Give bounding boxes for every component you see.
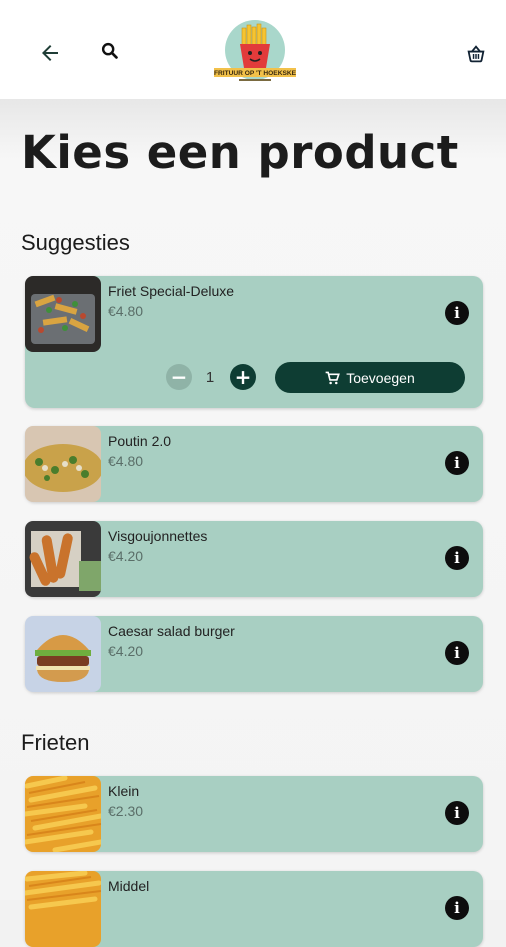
product-name: Visgoujonnettes — [108, 528, 208, 544]
info-icon[interactable]: i — [445, 546, 469, 570]
product-image — [25, 426, 101, 502]
arrow-left-icon — [42, 45, 58, 61]
product-card[interactable]: Middel i — [25, 871, 483, 947]
product-image — [25, 871, 101, 947]
product-image — [25, 776, 101, 852]
section-title-frieten: Frieten — [21, 730, 90, 755]
product-price: €4.80 — [108, 453, 144, 469]
info-icon[interactable]: i — [445, 451, 469, 475]
product-name: Poutin 2.0 — [108, 433, 172, 449]
info-icon[interactable]: i — [445, 641, 469, 665]
back-button[interactable] — [30, 33, 70, 73]
quantity-value: 1 — [205, 369, 215, 386]
basket-icon — [467, 45, 485, 63]
product-price: €2.30 — [108, 803, 144, 819]
product-card[interactable]: Poutin 2.0 €4.80 i — [25, 426, 483, 502]
product-card[interactable]: Klein €2.30 i — [25, 776, 483, 852]
increase-quantity-button[interactable]: + — [230, 364, 256, 390]
product-price: €4.80 — [108, 303, 144, 319]
plus-icon: + — [234, 365, 252, 389]
search-button[interactable] — [90, 31, 130, 71]
section-title-suggesties: Suggesties — [21, 230, 130, 255]
product-price: €4.20 — [108, 548, 144, 564]
product-name: Middel — [108, 878, 150, 894]
logo-text: FRITUUR OP 'T HOEKSKE — [214, 70, 297, 77]
product-card[interactable]: Caesar salad burger €4.20 i — [25, 616, 483, 692]
cart-icon — [325, 371, 341, 384]
product-price: €4.20 — [108, 643, 144, 659]
search-icon — [101, 42, 118, 59]
product-name: Klein — [108, 783, 140, 799]
page-title: Kies een product — [21, 126, 459, 179]
add-to-cart-label: Toevoegen — [346, 369, 415, 386]
cart-button[interactable] — [456, 34, 496, 74]
product-card[interactable]: Visgoujonnettes €4.20 i — [25, 521, 483, 597]
product-image — [25, 616, 101, 692]
app-header: FRITUUR OP 'T HOEKSKE — [0, 0, 506, 99]
product-name: Caesar salad burger — [108, 623, 235, 639]
info-icon[interactable]: i — [445, 801, 469, 825]
product-image — [25, 276, 101, 352]
product-image — [25, 521, 101, 597]
minus-icon: − — [170, 365, 188, 389]
info-icon[interactable]: i — [445, 301, 469, 325]
add-to-cart-button[interactable]: Toevoegen — [275, 362, 465, 393]
decrease-quantity-button[interactable]: − — [166, 364, 192, 390]
product-name: Friet Special-Deluxe — [108, 283, 235, 299]
product-card[interactable]: Friet Special-Deluxe €4.80 i − 1 + Toevo… — [25, 276, 483, 408]
brand-logo: FRITUUR OP 'T HOEKSKE — [211, 16, 299, 86]
